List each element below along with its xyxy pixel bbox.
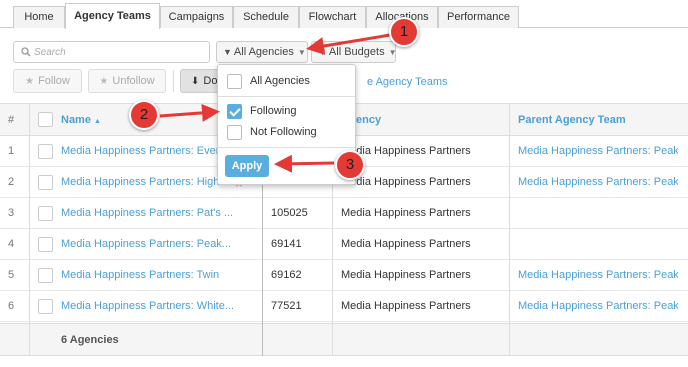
header-name[interactable]: Name ▲ bbox=[61, 104, 121, 136]
option-label: All Agencies bbox=[250, 75, 310, 87]
row-checkbox[interactable] bbox=[38, 144, 53, 159]
unfollow-button[interactable]: ★ Unfollow bbox=[88, 69, 166, 93]
star-icon: ★ bbox=[99, 76, 109, 87]
row-checkbox[interactable] bbox=[38, 237, 53, 252]
menu-divider bbox=[218, 147, 355, 148]
star-icon: ★ bbox=[25, 76, 35, 87]
table-row[interactable]: 5 Media Happiness Partners: Twin 69162 Medi… bbox=[0, 260, 688, 291]
tab-campaigns[interactable]: Campaigns bbox=[160, 6, 233, 28]
apply-button[interactable]: Apply bbox=[225, 155, 269, 177]
agency-name: Media Happiness Partners bbox=[341, 238, 471, 250]
tab-home[interactable]: Home bbox=[13, 6, 65, 28]
budgets-filter-dropdown[interactable]: ▼ All Budgets ▼ bbox=[311, 41, 397, 63]
external-id: 105025 bbox=[271, 207, 308, 219]
select-all-checkbox[interactable] bbox=[38, 112, 53, 127]
agency-name: Media Happiness Partners bbox=[341, 176, 471, 188]
agency-count: 6 Agencies bbox=[61, 334, 119, 346]
tab-agency-teams[interactable]: Agency Teams bbox=[65, 3, 160, 29]
table-row[interactable]: 4 Media Happiness Partners: Peak... 69141 M… bbox=[0, 229, 688, 260]
agency-team-name-link[interactable]: Media Happiness Partners: Pat's ... bbox=[61, 198, 251, 229]
row-number: 1 bbox=[7, 145, 15, 157]
header-name-label: Name bbox=[61, 114, 91, 126]
menu-divider bbox=[218, 96, 355, 97]
external-id: 69162 bbox=[271, 269, 302, 281]
column-divider bbox=[29, 103, 30, 356]
search-icon bbox=[21, 47, 31, 57]
callout-2: 2 bbox=[129, 100, 159, 130]
option-label: Not Following bbox=[250, 126, 317, 138]
table-row[interactable]: 6 Media Happiness Partners: White... 77521… bbox=[0, 291, 688, 322]
agency-team-name-link[interactable]: Media Happiness Partners: White... bbox=[61, 291, 251, 322]
callout-1: 1 bbox=[389, 17, 419, 47]
row-checkbox[interactable] bbox=[38, 268, 53, 283]
header-agency[interactable]: ency bbox=[356, 104, 416, 136]
toolbar-divider bbox=[173, 70, 174, 92]
table-row[interactable]: 3 Media Happiness Partners: Pat's ... 1050… bbox=[0, 198, 688, 229]
tab-bar: Home Agency Teams Campaigns Schedule Flo… bbox=[0, 0, 688, 29]
follow-label: Follow bbox=[38, 75, 70, 87]
unfollow-label: Unfollow bbox=[112, 75, 155, 87]
table-footer: 6 Agencies bbox=[0, 323, 688, 356]
sort-asc-icon: ▲ bbox=[94, 118, 101, 125]
following-checkbox[interactable] bbox=[227, 104, 242, 119]
agency-name: Media Happiness Partners bbox=[341, 145, 471, 157]
follow-button[interactable]: ★ Follow bbox=[13, 69, 82, 93]
agencies-filter-label: All Agencies bbox=[233, 46, 294, 58]
chevron-down-icon: ▼ bbox=[388, 48, 397, 57]
agency-name: Media Happiness Partners bbox=[341, 300, 471, 312]
tab-performance[interactable]: Performance bbox=[438, 6, 519, 28]
column-divider bbox=[509, 103, 510, 356]
parent-agency-team-link[interactable]: Media Happiness Partners: Peak... bbox=[518, 291, 678, 322]
all-agencies-checkbox[interactable] bbox=[227, 74, 242, 89]
callout-3: 3 bbox=[335, 150, 365, 180]
row-number: 4 bbox=[7, 238, 15, 250]
budgets-filter-label: All Budgets bbox=[328, 46, 385, 58]
download-label: Do bbox=[203, 75, 218, 87]
filter-icon: ▼ bbox=[223, 47, 232, 57]
row-number: 3 bbox=[7, 207, 15, 219]
filter-icon: ▼ bbox=[318, 47, 327, 57]
not-following-checkbox[interactable] bbox=[227, 125, 242, 140]
option-following[interactable]: Following bbox=[218, 101, 355, 121]
option-all-agencies[interactable]: All Agencies bbox=[218, 71, 355, 91]
option-not-following[interactable]: Not Following bbox=[218, 122, 355, 142]
parent-agency-team-link[interactable]: Media Happiness Partners: Peak... bbox=[518, 136, 678, 167]
agency-team-name-link[interactable]: Media Happiness Partners: Peak... bbox=[61, 229, 251, 260]
external-id: 77521 bbox=[271, 300, 302, 312]
external-id: 69141 bbox=[271, 238, 302, 250]
row-number: 2 bbox=[7, 176, 15, 188]
agency-name: Media Happiness Partners bbox=[341, 207, 471, 219]
row-checkbox[interactable] bbox=[38, 175, 53, 190]
parent-agency-team-link[interactable]: Media Happiness Partners: Peak... bbox=[518, 167, 678, 198]
tab-flowchart[interactable]: Flowchart bbox=[299, 6, 366, 28]
row-number: 6 bbox=[7, 300, 15, 312]
agency-name: Media Happiness Partners bbox=[341, 269, 471, 281]
parent-agency-team-link[interactable] bbox=[518, 198, 678, 229]
tab-schedule[interactable]: Schedule bbox=[233, 6, 299, 28]
chevron-down-icon: ▼ bbox=[297, 48, 306, 57]
option-label: Following bbox=[250, 105, 297, 117]
agencies-filter-dropdown[interactable]: ▼ All Agencies ▼ bbox=[216, 41, 308, 63]
parent-agency-team-link[interactable] bbox=[518, 229, 678, 260]
header-parent-agency-team[interactable]: Parent Agency Team bbox=[518, 104, 678, 136]
search-box[interactable] bbox=[13, 41, 210, 63]
parent-agency-team-link[interactable]: Media Happiness Partners: Peak... bbox=[518, 260, 678, 291]
row-checkbox[interactable] bbox=[38, 299, 53, 314]
row-checkbox[interactable] bbox=[38, 206, 53, 221]
header-number: # bbox=[7, 114, 15, 126]
download-icon: ⬇ bbox=[191, 76, 200, 87]
agency-team-name-link[interactable]: Media Happiness Partners: Twin bbox=[61, 260, 251, 291]
search-input[interactable] bbox=[34, 44, 204, 60]
agency-teams-link[interactable]: e Agency Teams bbox=[367, 76, 448, 88]
row-number: 5 bbox=[7, 269, 15, 281]
